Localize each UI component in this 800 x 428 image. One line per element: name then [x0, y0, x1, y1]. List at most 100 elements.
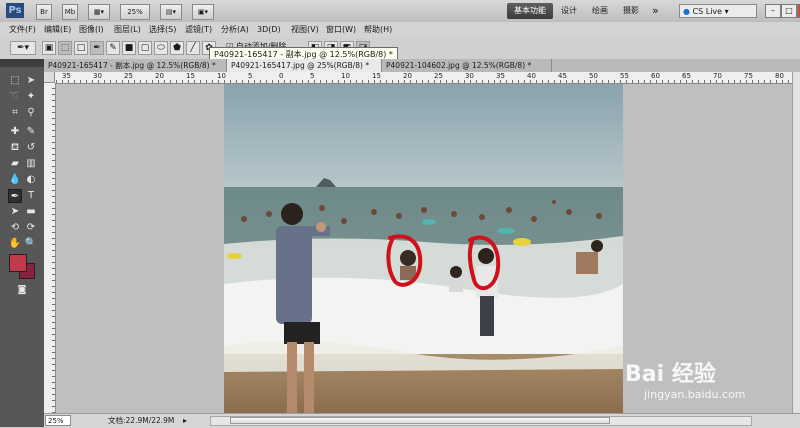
healing-icon[interactable]: ✚ [8, 125, 22, 139]
ruler-origin[interactable] [44, 72, 55, 83]
ruler-tick-label: 20 [155, 72, 164, 80]
baidu-watermark-url: jingyan.baidu.com [644, 388, 746, 401]
ellipse-icon[interactable]: ⬭ [154, 41, 168, 55]
tools-panel-header[interactable] [0, 59, 44, 67]
menu-analysis[interactable]: 分析(A) [221, 22, 249, 38]
ruler-tick-label: 25 [124, 72, 133, 80]
zoom-level-select[interactable]: 25% [120, 4, 150, 20]
stamp-icon[interactable]: ⛾ [8, 141, 22, 155]
vertical-scrollbar[interactable] [792, 72, 800, 413]
ruler-tick-label: 20 [403, 72, 412, 80]
menu-image[interactable]: 图像(I) [79, 22, 104, 38]
eraser-icon[interactable]: ▰ [8, 157, 22, 171]
polygon-icon[interactable]: ⬟ [170, 41, 184, 55]
freeform-pen-icon[interactable]: ✎ [106, 41, 120, 55]
baidu-watermark: Bai 经验 [625, 362, 716, 387]
cs-live-icon: ● [683, 7, 690, 16]
beach-photo[interactable] [224, 84, 623, 413]
menu-window[interactable]: 窗口(W) [326, 22, 356, 38]
zoom-field[interactable]: 25% [45, 415, 71, 426]
blur-icon[interactable]: 💧 [8, 173, 22, 187]
menu-3d[interactable]: 3D(D) [257, 22, 281, 38]
rectangle-icon[interactable]: ■ [122, 41, 136, 55]
quick-mask-icon[interactable]: ◙ [15, 283, 29, 297]
menu-help[interactable]: 帮助(H) [364, 22, 392, 38]
lasso-icon[interactable]: ➰ [8, 90, 22, 104]
type-icon[interactable]: T [24, 189, 38, 203]
vertical-ruler [44, 83, 56, 413]
status-menu-arrow[interactable]: ▸ [183, 414, 187, 427]
tab-document-other[interactable]: P40921-104602.jpg @ 12.5%(RGB/8) * [382, 59, 552, 72]
shape-layers-icon[interactable]: ▣ [42, 41, 56, 55]
ruler-tick-label: 50 [589, 72, 598, 80]
workspace-essentials[interactable]: 基本功能 [507, 3, 553, 19]
magic-wand-icon[interactable]: ✦ [24, 90, 38, 104]
rounded-rectangle-icon[interactable]: ▢ [138, 41, 152, 55]
menu-filter[interactable]: 滤镜(T) [185, 22, 212, 38]
ruler-tick-label: 10 [217, 72, 226, 80]
shape-icon[interactable]: ▬ [24, 205, 38, 219]
menu-layer[interactable]: 图层(L) [114, 22, 141, 38]
gradient-icon[interactable]: ▥ [24, 157, 38, 171]
ruler-tick-label: 65 [682, 72, 691, 80]
3d-orbit-icon[interactable]: ⟳ [24, 221, 38, 235]
zoom-icon[interactable]: 🔍 [24, 237, 38, 251]
cs-live-menu[interactable]: ● CS Live ▾ [679, 4, 757, 18]
hand-icon[interactable]: ✋ [8, 237, 22, 251]
application-bar: Ps Br Mb ▦▾ 25% ▤▾ ▣▾ 基本功能 设计 绘画 摄影 » ● … [0, 0, 800, 23]
horizontal-scrollbar-thumb[interactable] [230, 417, 610, 424]
ruler-tick-label: 45 [558, 72, 567, 80]
ruler-tick-label: 30 [93, 72, 102, 80]
pen-icon[interactable]: ✒ [8, 189, 22, 203]
minimize-button[interactable]: – [765, 4, 781, 18]
mini-bridge-button[interactable]: Mb [62, 4, 78, 20]
view-extras-button[interactable]: ▦▾ [88, 4, 110, 20]
more-workspaces-button[interactable]: » [652, 4, 659, 18]
path-select-icon[interactable]: ➤ [8, 205, 22, 219]
crop-icon[interactable]: ⌗ [8, 106, 22, 120]
workspace-design[interactable]: 设计 [561, 4, 577, 18]
ruler-tick-label: 40 [527, 72, 536, 80]
restore-button[interactable]: □ [781, 4, 797, 18]
ruler-tick-label: 15 [372, 72, 381, 80]
pen-option-icon[interactable]: ✒ [90, 41, 104, 55]
document-tab-bar: P40921-165417 - 副本.jpg @ 12.5%(RGB/8) * … [44, 59, 800, 73]
brush-icon[interactable]: ✎ [24, 125, 38, 139]
menu-bar: 文件(F) 编辑(E) 图像(I) 图层(L) 选择(S) 滤镜(T) 分析(A… [0, 22, 800, 39]
ruler-tick-label: 70 [713, 72, 722, 80]
ruler-tick-label: 30 [465, 72, 474, 80]
arrange-documents-button[interactable]: ▤▾ [160, 4, 182, 20]
tab-document-copy[interactable]: P40921-165417 - 副本.jpg @ 12.5%(RGB/8) * [44, 59, 227, 72]
ruler-tick-label: 75 [744, 72, 753, 80]
ruler-tick-label: 5 [310, 72, 315, 80]
move-icon[interactable]: ➤ [24, 74, 38, 88]
fill-pixels-icon[interactable]: □ [74, 41, 88, 55]
line-icon[interactable]: ╱ [186, 41, 200, 55]
ruler-tick-label: 60 [651, 72, 660, 80]
menu-file[interactable]: 文件(F) [9, 22, 36, 38]
tool-preset-picker[interactable]: ✒▾ [10, 41, 36, 55]
paths-icon[interactable]: ⬚ [58, 41, 72, 55]
ruler-tick-label: 10 [341, 72, 350, 80]
history-brush-icon[interactable]: ↺ [24, 141, 38, 155]
options-bar: ✒▾ ▣ ⬚ □ ✒ ✎ ■ ▢ ⬭ ⬟ ╱ ✿ ◧ ◨ ◩ ◪ [0, 38, 800, 60]
bridge-button[interactable]: Br [36, 4, 52, 20]
ruler-tick-label: 35 [496, 72, 505, 80]
3d-rotate-icon[interactable]: ⟲ [8, 221, 22, 235]
workspace-photography[interactable]: 摄影 [623, 4, 639, 18]
ruler-tick-label: 0 [279, 72, 284, 80]
ruler-tick-label: 55 [620, 72, 629, 80]
workspace-painting[interactable]: 绘画 [592, 4, 608, 18]
marquee-icon[interactable]: ⬚ [8, 74, 22, 88]
menu-edit[interactable]: 编辑(E) [44, 22, 71, 38]
menu-view[interactable]: 视图(V) [291, 22, 319, 38]
dodge-icon[interactable]: ◐ [24, 173, 38, 187]
photoshop-logo: Ps [6, 3, 24, 18]
foreground-color-swatch-front[interactable] [9, 254, 27, 272]
eyedropper-icon[interactable]: ⚲ [24, 106, 38, 120]
tab-document-active[interactable]: P40921-165417.jpg @ 25%(RGB/8) * [227, 59, 382, 72]
screen-mode-button[interactable]: ▣▾ [192, 4, 214, 20]
cs-live-label: CS Live [692, 7, 723, 16]
document-size-info: 文档:22.9M/22.9M [108, 416, 175, 425]
menu-select[interactable]: 选择(S) [149, 22, 176, 38]
